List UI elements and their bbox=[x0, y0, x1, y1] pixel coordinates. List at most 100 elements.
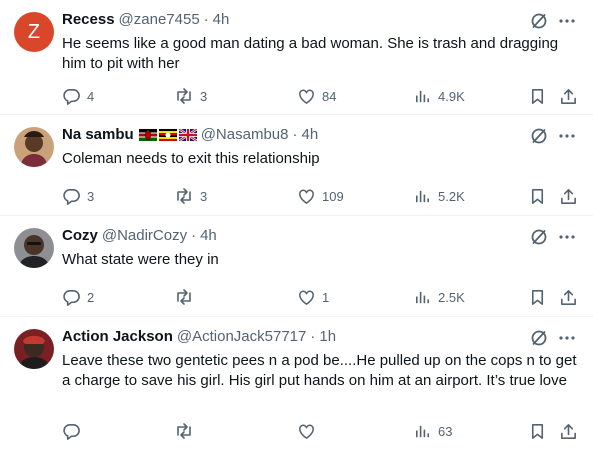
timestamp[interactable]: 4h bbox=[213, 10, 230, 30]
avatar[interactable] bbox=[14, 228, 54, 268]
reply-icon bbox=[62, 87, 81, 106]
author-handle[interactable]: @zane7455 bbox=[119, 10, 200, 30]
like-icon bbox=[297, 187, 316, 206]
bookmark-button[interactable] bbox=[528, 86, 547, 106]
action-bar: 63 bbox=[62, 421, 581, 441]
uk-flag-icon bbox=[178, 129, 197, 141]
action-bar: 3 3 109 5.2K bbox=[62, 186, 581, 206]
like-button[interactable]: 109 bbox=[297, 186, 344, 206]
more-icon[interactable] bbox=[557, 328, 577, 348]
repost-icon bbox=[174, 421, 194, 441]
more-icon[interactable] bbox=[557, 126, 577, 146]
repost-button[interactable]: 3 bbox=[174, 186, 207, 206]
reply-button[interactable]: 2 bbox=[62, 287, 94, 307]
views-count: 63 bbox=[438, 423, 453, 439]
grok-icon[interactable] bbox=[529, 126, 549, 146]
like-icon bbox=[297, 288, 316, 307]
share-button[interactable] bbox=[559, 287, 578, 307]
share-button[interactable] bbox=[559, 186, 578, 206]
action-bar: 4 3 84 4.9K bbox=[62, 86, 581, 106]
reply-button[interactable]: 4 bbox=[62, 86, 94, 106]
separator-dot: · bbox=[310, 328, 316, 345]
like-count: 84 bbox=[322, 88, 337, 104]
bookmark-icon bbox=[528, 87, 547, 106]
timestamp[interactable]: 4h bbox=[301, 125, 318, 145]
grok-icon[interactable] bbox=[529, 227, 549, 247]
reply-count: 4 bbox=[87, 88, 95, 104]
views-icon bbox=[413, 422, 432, 441]
reply-icon bbox=[62, 288, 81, 307]
repost-count: 3 bbox=[200, 88, 208, 104]
share-icon bbox=[559, 87, 578, 106]
reply-count: 3 bbox=[87, 188, 95, 204]
action-bar: 2 1 2.5K bbox=[62, 287, 581, 307]
reply-count: 2 bbox=[87, 289, 95, 305]
repost-icon bbox=[174, 287, 194, 307]
author-name[interactable]: Action Jackson bbox=[62, 327, 173, 347]
views-button[interactable]: 2.5K bbox=[413, 287, 465, 307]
like-button[interactable] bbox=[297, 421, 322, 441]
views-count: 4.9K bbox=[438, 88, 465, 104]
repost-icon bbox=[174, 86, 194, 106]
timestamp[interactable]: 4h bbox=[200, 226, 217, 246]
grok-icon[interactable] bbox=[529, 11, 549, 31]
share-button[interactable] bbox=[559, 86, 578, 106]
grok-icon[interactable] bbox=[529, 328, 549, 348]
author-handle[interactable]: @Nasambu8 bbox=[201, 125, 289, 145]
reply-icon bbox=[62, 422, 81, 441]
repost-count: 3 bbox=[200, 188, 208, 204]
bookmark-button[interactable] bbox=[528, 287, 547, 307]
views-button[interactable]: 5.2K bbox=[413, 186, 465, 206]
like-count: 1 bbox=[322, 289, 330, 305]
share-icon bbox=[559, 288, 578, 307]
views-count: 2.5K bbox=[438, 289, 465, 305]
like-button[interactable]: 84 bbox=[297, 86, 336, 106]
author-name[interactable]: Cozy bbox=[62, 226, 98, 246]
timestamp[interactable]: 1h bbox=[319, 327, 336, 347]
views-button[interactable]: 63 bbox=[413, 421, 452, 441]
repost-button[interactable] bbox=[174, 421, 200, 441]
author-handle[interactable]: @NadirCozy bbox=[102, 226, 187, 246]
avatar[interactable] bbox=[14, 127, 54, 167]
tweet-na-sambu[interactable]: Na sambu @Nasambu8 · 4h Coleman needs to… bbox=[0, 115, 593, 216]
views-count: 5.2K bbox=[438, 188, 465, 204]
author-handle[interactable]: @ActionJack57717 bbox=[177, 327, 306, 347]
tweet-text: What state were they in bbox=[62, 251, 219, 268]
flag-emojis bbox=[138, 129, 197, 141]
reply-feed: Z Recess @zane7455 · 4h He seems like a … bbox=[0, 0, 593, 451]
reply-button[interactable]: 3 bbox=[62, 186, 94, 206]
like-count: 109 bbox=[322, 188, 344, 204]
repost-button[interactable]: 3 bbox=[174, 86, 207, 106]
uganda-flag-icon bbox=[158, 129, 177, 141]
more-icon[interactable] bbox=[557, 227, 577, 247]
bookmark-icon bbox=[528, 422, 547, 441]
avatar[interactable]: Z bbox=[14, 12, 54, 52]
more-icon[interactable] bbox=[557, 11, 577, 31]
views-icon bbox=[413, 87, 432, 106]
bookmark-button[interactable] bbox=[528, 421, 547, 441]
tweet-action-jackson[interactable]: Action Jackson @ActionJack57717 · 1h Lea… bbox=[0, 317, 593, 451]
author-name[interactable]: Recess bbox=[62, 10, 115, 30]
tweet-recess[interactable]: Z Recess @zane7455 · 4h He seems like a … bbox=[0, 0, 593, 115]
share-icon bbox=[559, 187, 578, 206]
separator-dot: · bbox=[203, 11, 209, 28]
views-icon bbox=[413, 288, 432, 307]
repost-icon bbox=[174, 186, 194, 206]
bookmark-button[interactable] bbox=[528, 186, 547, 206]
views-icon bbox=[413, 187, 432, 206]
like-icon bbox=[297, 422, 316, 441]
share-icon bbox=[559, 422, 578, 441]
tweet-cozy[interactable]: Cozy @NadirCozy · 4h What state were the… bbox=[0, 216, 593, 317]
repost-button[interactable] bbox=[174, 287, 200, 307]
author-name[interactable]: Na sambu bbox=[62, 125, 134, 145]
reply-button[interactable] bbox=[62, 421, 87, 441]
share-button[interactable] bbox=[559, 421, 578, 441]
views-button[interactable]: 4.9K bbox=[413, 86, 465, 106]
bookmark-icon bbox=[528, 288, 547, 307]
reply-icon bbox=[62, 187, 81, 206]
avatar-letter: Z bbox=[27, 20, 41, 43]
like-button[interactable]: 1 bbox=[297, 287, 329, 307]
tweet-text: Coleman needs to exit this relationship bbox=[62, 150, 320, 167]
avatar[interactable] bbox=[14, 329, 54, 369]
tweet-text: He seems like a good man dating a bad wo… bbox=[62, 35, 559, 72]
